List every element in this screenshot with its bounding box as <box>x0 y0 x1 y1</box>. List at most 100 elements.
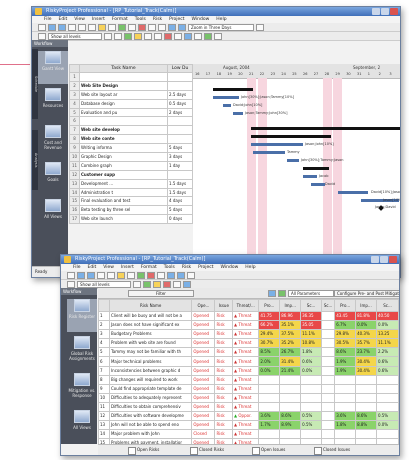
task-duration[interactable]: 0.5 days <box>167 98 193 109</box>
view-chart-icon[interactable] <box>278 290 286 297</box>
task-row[interactable]: 3 Web site layout ar 2.5 days <box>69 89 193 100</box>
task-row[interactable]: 7 Web site develop <box>69 125 193 136</box>
top-title-bar[interactable]: RiskyProject Professional - [RP_Tutorial… <box>32 7 400 16</box>
menu-item-help[interactable]: Help <box>245 264 255 271</box>
risk-value[interactable]: 81.8% <box>355 310 377 322</box>
task-name[interactable]: Administration t <box>79 187 168 198</box>
print-icon[interactable] <box>97 271 105 279</box>
open-status[interactable]: Opened <box>191 338 216 349</box>
risk-value[interactable]: 1.8% <box>300 347 323 358</box>
threat-type[interactable]: ▲ Threat <box>232 374 260 385</box>
task-duration[interactable]: 1.5 days <box>167 187 193 198</box>
nav-resources[interactable]: Resources <box>38 88 68 121</box>
task-duration[interactable]: 1.5 days <box>167 178 193 189</box>
cut-icon[interactable] <box>107 271 115 279</box>
issue-type[interactable]: Risk <box>214 338 234 349</box>
risk-name[interactable]: Difficulties to adequately represent <box>108 392 193 403</box>
risk-name[interactable]: Could find appropriate template de <box>108 383 193 394</box>
task-duration[interactable] <box>167 72 193 82</box>
risk-value[interactable]: 2.0% <box>258 356 281 367</box>
risk-icon[interactable] <box>138 23 146 31</box>
bold-icon[interactable] <box>104 32 112 40</box>
bold-icon[interactable] <box>133 280 141 288</box>
risk-row[interactable]: 3 Budgetary Problems Opened Risk ▲ Threat 29.… <box>98 329 399 340</box>
risk-value[interactable]: 30.7% <box>258 338 281 349</box>
open-status[interactable]: Opened <box>191 411 216 422</box>
risk-row[interactable]: 8 Big changes will required to work Opened… <box>98 374 399 385</box>
risk-value[interactable] <box>334 392 357 403</box>
menu-item-file[interactable]: File <box>73 264 81 271</box>
risk-value[interactable] <box>321 383 336 394</box>
col-header[interactable]: Imp... <box>279 299 302 312</box>
outdent-icon[interactable] <box>158 23 166 31</box>
task-row[interactable]: 13 Development … 1.5 days <box>69 178 193 189</box>
task-duration[interactable] <box>167 134 193 145</box>
menu-item-view[interactable]: View <box>103 264 114 271</box>
risk-value[interactable] <box>321 429 336 440</box>
risk-name[interactable]: Major problem with John <box>108 429 193 440</box>
new-icon[interactable] <box>38 23 46 31</box>
zoom-in-icon[interactable] <box>167 271 175 279</box>
filter-icon[interactable] <box>38 32 46 40</box>
resource-icon[interactable] <box>154 32 162 40</box>
open-status[interactable]: Opened <box>191 347 216 358</box>
risk-value[interactable]: 11.1% <box>300 329 323 340</box>
risk-name[interactable]: Jason does not have significant ex <box>108 320 193 331</box>
status-filter-button[interactable]: Closed Risks <box>190 447 224 455</box>
risk-value[interactable] <box>321 392 336 403</box>
task-row[interactable]: 16 Beta testing by three sel 5 days <box>69 205 193 216</box>
threat-type[interactable]: ▲ Threat <box>232 329 260 340</box>
open-status[interactable]: Opened <box>191 320 216 331</box>
risk-value[interactable] <box>334 429 357 440</box>
minimize-button[interactable] <box>372 8 380 15</box>
menu-item-risk[interactable]: Risk <box>182 264 191 271</box>
indent-icon[interactable] <box>157 271 165 279</box>
nav-cost-and-revenue[interactable]: Cost and Revenue <box>38 125 68 158</box>
risk-name[interactable]: Client will be busy and will not be a <box>108 310 193 322</box>
threat-type[interactable]: ▲ Threat <box>232 347 260 358</box>
risk-value[interactable] <box>279 383 302 394</box>
task-bar[interactable] <box>303 174 317 178</box>
levels-combo[interactable]: Show all levels <box>77 280 131 288</box>
risk-value[interactable] <box>321 420 336 431</box>
nav-gantt-view[interactable]: Gantt View <box>38 51 68 84</box>
issue-type[interactable]: Risk <box>214 329 234 340</box>
summary-bar[interactable] <box>251 127 400 131</box>
open-status[interactable]: Opened <box>191 420 216 431</box>
risk-value[interactable]: 6.7% <box>334 320 357 331</box>
task-row[interactable]: 12 Customer supp <box>69 169 193 180</box>
threat-type[interactable]: ▲ Oppor. <box>232 411 260 422</box>
risk-value[interactable]: 11.1% <box>375 338 399 349</box>
risk-name[interactable]: Budgetary Problems <box>108 329 193 340</box>
threat-type[interactable]: ▲ Threat <box>232 383 260 394</box>
risk-value[interactable]: 43.45 <box>334 310 357 322</box>
task-duration[interactable]: 5 days <box>167 143 193 154</box>
maximize-button[interactable] <box>380 256 388 263</box>
open-status[interactable]: Closed <box>191 429 216 440</box>
risk-value[interactable]: 40.3% <box>355 329 377 340</box>
risk-value[interactable]: 10.8% <box>300 338 323 349</box>
issue-type[interactable]: Risk <box>214 429 234 440</box>
risk-value[interactable] <box>300 392 323 403</box>
risk-value[interactable] <box>375 383 399 394</box>
risk-name[interactable]: Inconsistencies between graphic d <box>108 365 193 376</box>
risk-row[interactable]: 5 Tammy may not be familiar with th Opened… <box>98 347 399 358</box>
run-simulation-icon[interactable] <box>124 32 132 40</box>
task-name[interactable]: Final evaluation and test <box>79 196 168 207</box>
indent-icon[interactable] <box>148 23 156 31</box>
zoom-combo[interactable]: Zoom in Three Days <box>188 23 254 31</box>
italic-icon[interactable] <box>114 32 122 40</box>
task-name[interactable]: Evaluation and pu <box>79 107 168 118</box>
paste-icon[interactable] <box>117 271 125 279</box>
task-name[interactable]: Web site develop <box>79 125 168 136</box>
task-row[interactable]: 17 Web site launch 0 days <box>69 214 193 225</box>
col-header[interactable]: Pro... <box>334 299 357 312</box>
task-bar[interactable] <box>253 151 285 155</box>
filter-icon[interactable] <box>67 280 75 288</box>
undo-icon[interactable] <box>108 23 116 31</box>
menu-item-insert[interactable]: Insert <box>121 264 134 271</box>
risk-value[interactable]: 13.25 <box>375 329 399 340</box>
close-button[interactable] <box>389 256 397 263</box>
link-icon[interactable] <box>137 271 145 279</box>
issue-type[interactable]: Risk <box>214 356 234 367</box>
